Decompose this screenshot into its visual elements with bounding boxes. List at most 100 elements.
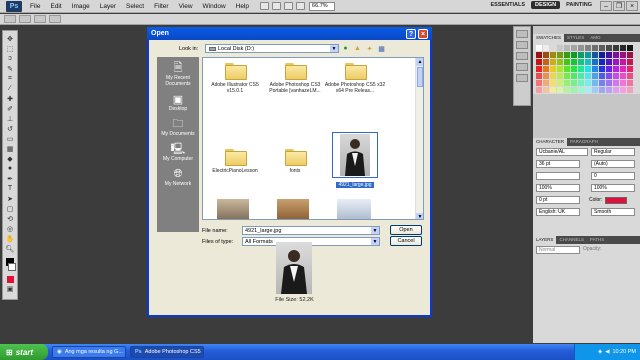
color-swatch[interactable] (592, 73, 598, 79)
look-in-select[interactable]: Local Disk (D:) ▼ (205, 44, 339, 53)
color-swatch[interactable] (599, 66, 605, 72)
color-swatch[interactable] (557, 80, 563, 86)
background-color-swatch[interactable] (8, 263, 16, 271)
place-my-computer[interactable]: 🖳 My Computer (158, 142, 198, 163)
color-swatch[interactable] (599, 87, 605, 93)
color-swatch[interactable] (620, 80, 626, 86)
color-swatch[interactable] (627, 87, 633, 93)
color-swatch[interactable] (578, 87, 584, 93)
3d-rotate-tool-icon[interactable]: ⟲ (5, 214, 16, 223)
color-swatch[interactable] (627, 73, 633, 79)
leading-field[interactable]: (Auto) (591, 160, 635, 168)
color-swatch[interactable] (550, 45, 556, 51)
color-swatch[interactable] (571, 73, 577, 79)
option-subtract-selection-icon[interactable] (49, 15, 61, 23)
history-brush-tool-icon[interactable]: ↺ (5, 124, 16, 133)
text-color-swatch[interactable] (605, 196, 628, 204)
zoom-tool-icon[interactable]: 🔍︎ (5, 244, 16, 253)
antialias-select[interactable]: Smooth (591, 208, 635, 216)
color-swatch[interactable] (613, 87, 619, 93)
color-swatch[interactable] (564, 59, 570, 65)
color-swatch[interactable] (599, 45, 605, 51)
color-swatch[interactable] (557, 59, 563, 65)
color-swatch[interactable] (592, 87, 598, 93)
cancel-button[interactable]: Cancel (390, 236, 422, 246)
menu-edit[interactable]: Edit (45, 3, 66, 10)
color-swatch[interactable] (627, 52, 633, 58)
bridge-icon[interactable] (260, 2, 270, 10)
color-swatch[interactable] (536, 66, 542, 72)
3d-orbit-tool-icon[interactable]: ◎ (5, 224, 16, 233)
color-swatch[interactable] (585, 59, 591, 65)
new-folder-icon[interactable]: ✦ (365, 44, 374, 53)
option-new-selection-icon[interactable] (19, 15, 31, 23)
color-swatch[interactable] (536, 45, 542, 51)
color-swatch[interactable] (550, 52, 556, 58)
zoom-level[interactable]: 66.7% (309, 1, 336, 11)
color-swatch[interactable] (620, 66, 626, 72)
pen-tool-icon[interactable]: ✒ (5, 174, 16, 183)
vertical-scale-field[interactable]: 100% (536, 184, 580, 192)
horizontal-scale-field[interactable]: 100% (591, 184, 635, 192)
photo-thumbnail[interactable] (277, 199, 309, 219)
file-item[interactable]: Adobe Illustrator CS5 v15.0.1 (205, 62, 265, 94)
color-swatch[interactable] (627, 59, 633, 65)
color-swatch[interactable] (571, 80, 577, 86)
eraser-tool-icon[interactable]: ▭ (5, 134, 16, 143)
color-swatch[interactable] (536, 73, 542, 79)
minimize-icon[interactable]: – (600, 1, 612, 11)
tab-paragraph[interactable]: PARAGRAPH (567, 138, 601, 146)
color-swatch[interactable] (536, 87, 542, 93)
color-swatch[interactable] (585, 87, 591, 93)
tab-character[interactable]: CHARACTER (533, 138, 568, 146)
color-swatch[interactable] (578, 73, 584, 79)
scroll-down-icon[interactable]: ▼ (416, 213, 423, 219)
color-swatch[interactable] (599, 80, 605, 86)
file-item[interactable]: ElectricPianoLesson (205, 148, 265, 174)
hand-tool-icon[interactable]: ✋ (5, 234, 16, 243)
baseline-shift-field[interactable]: 0 pt (536, 196, 580, 204)
color-swatch[interactable] (613, 80, 619, 86)
dodge-tool-icon[interactable]: ● (5, 164, 16, 173)
file-item[interactable]: Adobe Photoshop CS5 x32 x64 Pre Releas..… (325, 62, 385, 94)
scroll-up-icon[interactable]: ▲ (416, 58, 423, 66)
file-item[interactable]: Adobe Photoshop CS3 Portable [vanhazeLM.… (265, 62, 325, 94)
file-list-scrollbar[interactable]: ▲ ▼ (415, 58, 423, 219)
color-swatch[interactable] (564, 80, 570, 86)
start-button[interactable]: ⊞ start (0, 344, 48, 360)
tab-channels[interactable]: CHANNELS (556, 236, 587, 244)
color-swatch[interactable] (564, 45, 570, 51)
gradient-tool-icon[interactable]: ▦ (5, 144, 16, 153)
color-swatch[interactable] (592, 66, 598, 72)
help-icon[interactable]: ? (406, 29, 416, 39)
color-swatch[interactable] (620, 52, 626, 58)
panel-icon-info[interactable] (516, 52, 528, 60)
color-swatch[interactable] (571, 52, 577, 58)
clone-stamp-tool-icon[interactable]: ⊥ (5, 114, 16, 123)
hand-tool-icon[interactable] (284, 2, 294, 10)
color-swatch[interactable] (543, 52, 549, 58)
tab-layers[interactable]: LAYERS (533, 236, 557, 244)
color-swatch[interactable] (620, 45, 626, 51)
menu-help[interactable]: Help (231, 3, 254, 10)
swatch-grid[interactable] (536, 45, 637, 93)
color-swatch[interactable] (585, 66, 591, 72)
color-swatch[interactable] (606, 59, 612, 65)
color-swatch[interactable] (578, 80, 584, 86)
eyedropper-tool-icon[interactable]: ⁄ (5, 84, 16, 93)
color-swatch[interactable] (627, 45, 633, 51)
color-swatch[interactable] (571, 87, 577, 93)
color-swatch[interactable] (536, 80, 542, 86)
shape-tool-icon[interactable]: ▢ (5, 204, 16, 213)
color-swatch[interactable] (571, 66, 577, 72)
blend-mode-select[interactable]: Normal (536, 246, 580, 254)
tab-swatches[interactable]: SWATCHES (533, 34, 565, 42)
color-swatch[interactable] (557, 73, 563, 79)
panel-icon-history[interactable] (516, 30, 528, 38)
tab-paths[interactable]: PATHS (587, 236, 607, 244)
menu-window[interactable]: Window (198, 3, 231, 10)
color-swatch[interactable] (592, 80, 598, 86)
color-swatch[interactable] (613, 52, 619, 58)
chevron-down-icon[interactable]: ▼ (371, 238, 379, 245)
color-swatch[interactable] (578, 52, 584, 58)
